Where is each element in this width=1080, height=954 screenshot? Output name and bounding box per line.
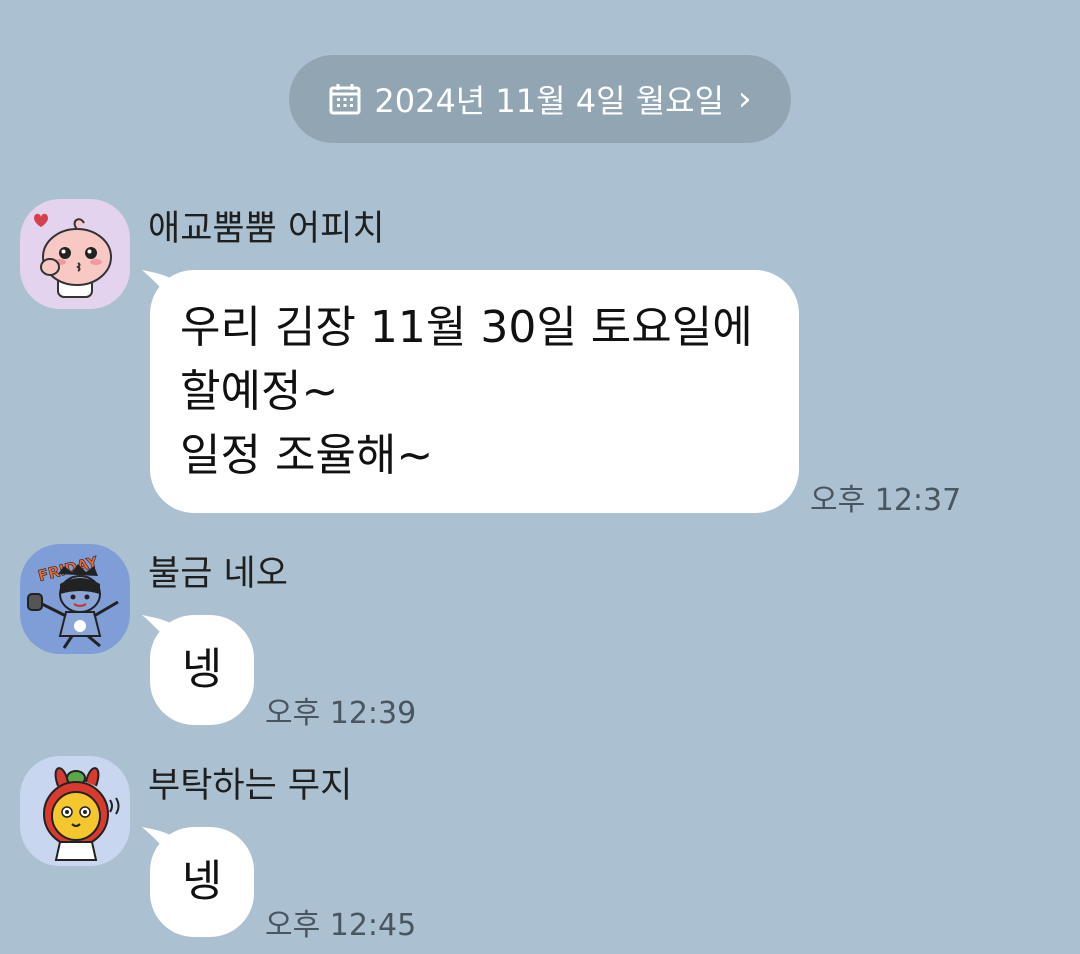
date-divider-button[interactable]: 2024년 11월 4일 월요일 ›	[289, 55, 791, 143]
sender-name: 불금 네오	[148, 554, 288, 594]
calendar-icon	[328, 82, 362, 116]
bubble-tail	[142, 827, 174, 857]
neo-avatar[interactable]: FRIDAY	[20, 544, 130, 654]
apeach-avatar[interactable]	[20, 199, 130, 309]
sender-name: 부탁하는 무지	[148, 766, 353, 806]
chevron-right-icon: ›	[738, 79, 752, 119]
message-bubble[interactable]: 넹	[142, 615, 254, 725]
message-bubble[interactable]: 우리 김장 11월 30일 토요일에 할예정~ 일정 조율해~	[142, 270, 799, 513]
message-text: 우리 김장 11월 30일 토요일에 할예정~ 일정 조율해~	[180, 302, 753, 481]
bubble-tail	[142, 615, 174, 645]
message-text: 넹	[181, 856, 223, 907]
message-bubble[interactable]: 넹	[142, 827, 254, 937]
date-label: 2024년 11월 4일 월요일	[374, 82, 725, 120]
message-time: 오후 12:45	[265, 908, 417, 943]
muzi-avatar[interactable]	[20, 756, 130, 866]
message-time: 오후 12:37	[810, 483, 962, 518]
bubble-tail	[142, 270, 174, 300]
sender-name: 애교뿜뿜 어피치	[148, 209, 385, 249]
message-text: 넹	[181, 644, 223, 695]
message-time: 오후 12:39	[265, 696, 417, 731]
